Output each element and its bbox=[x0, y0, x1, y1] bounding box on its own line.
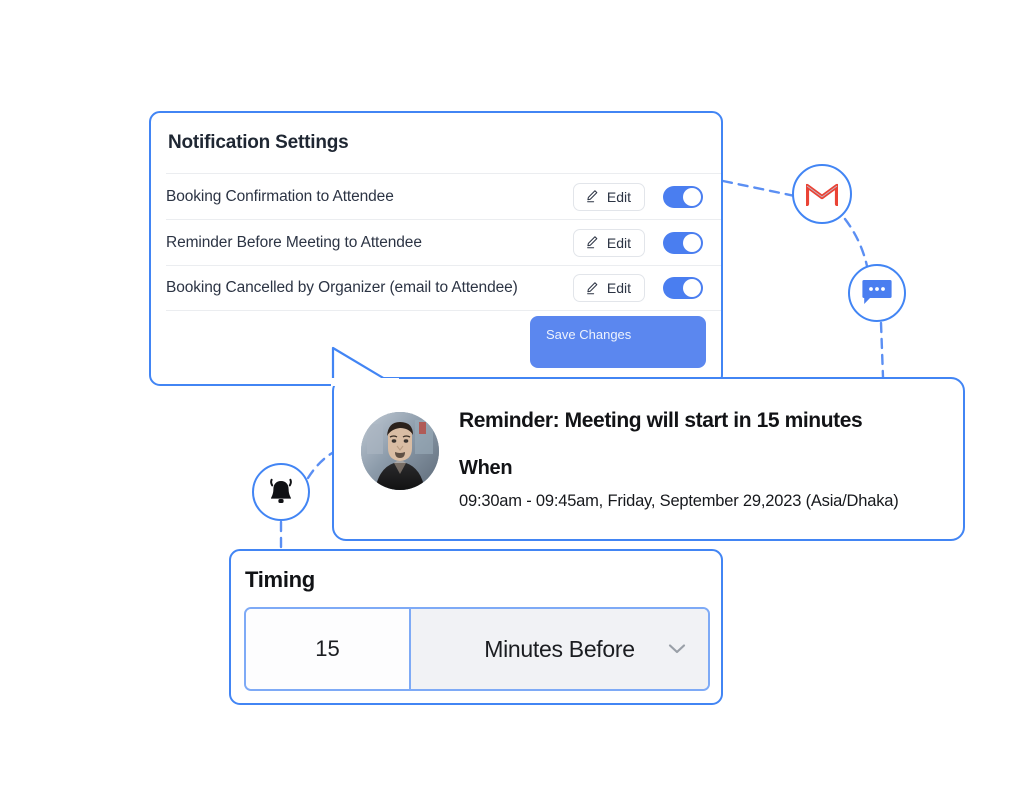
bell-badge[interactable] bbox=[252, 463, 310, 521]
notification-type-label: Booking Cancelled by Organizer (email to… bbox=[166, 279, 518, 296]
avatar bbox=[361, 412, 439, 490]
notification-toggle[interactable] bbox=[663, 277, 703, 299]
pencil-icon bbox=[586, 236, 598, 249]
row-controls: Edit bbox=[572, 274, 703, 302]
timing-control-group: 15 Minutes Before bbox=[244, 607, 710, 691]
edit-button-label: Edit bbox=[606, 188, 631, 205]
gmail-badge[interactable] bbox=[792, 164, 852, 224]
timing-unit-select[interactable]: Minutes Before bbox=[411, 609, 708, 689]
row-controls: Edit bbox=[572, 182, 703, 211]
timing-amount-input[interactable]: 15 bbox=[246, 609, 411, 689]
edit-button[interactable]: Edit bbox=[572, 274, 645, 302]
avatar-photo bbox=[361, 412, 439, 490]
toggle-knob bbox=[683, 279, 701, 297]
chevron-down-icon bbox=[668, 644, 686, 654]
notification-type-label: Reminder Before Meeting to Attendee bbox=[166, 233, 422, 251]
connector-gmail-to-chat bbox=[843, 217, 869, 268]
notification-toggle[interactable] bbox=[663, 185, 703, 208]
chat-badge[interactable] bbox=[848, 264, 906, 322]
pencil-icon bbox=[586, 190, 598, 203]
settings-row-list: Booking Confirmation to Attendee Edit Re… bbox=[166, 173, 721, 311]
connector-chat-to-card bbox=[879, 321, 885, 379]
when-value: 09:30am - 09:45am, Friday, September 29,… bbox=[459, 492, 899, 510]
edit-button-label: Edit bbox=[606, 280, 631, 296]
table-row: Booking Cancelled by Organizer (email to… bbox=[166, 265, 721, 311]
timing-panel: Timing 15 Minutes Before bbox=[229, 549, 723, 705]
notification-toggle[interactable] bbox=[663, 231, 703, 254]
table-row: Booking Confirmation to Attendee Edit bbox=[166, 173, 721, 219]
pencil-icon bbox=[586, 281, 598, 294]
timing-unit-label: Minutes Before bbox=[484, 635, 635, 662]
gmail-icon bbox=[806, 183, 838, 206]
table-row: Reminder Before Meeting to Attendee Edit bbox=[166, 219, 721, 265]
page-title: Notification Settings bbox=[168, 132, 349, 153]
edit-button[interactable]: Edit bbox=[572, 182, 645, 211]
toggle-knob bbox=[683, 187, 701, 206]
connector-panel-to-gmail bbox=[721, 179, 797, 198]
chat-bubble-icon bbox=[862, 280, 892, 304]
row-controls: Edit bbox=[572, 228, 703, 257]
edit-button[interactable]: Edit bbox=[572, 228, 645, 257]
when-label: When bbox=[459, 457, 513, 479]
timing-title: Timing bbox=[245, 567, 315, 592]
illustration-canvas: Notification Settings Booking Confirmati… bbox=[0, 0, 1024, 811]
reminder-notification-card: Reminder: Meeting will start in 15 minut… bbox=[332, 377, 965, 541]
edit-button-label: Edit bbox=[606, 234, 631, 251]
bell-icon bbox=[270, 478, 292, 503]
save-changes-button[interactable]: Save Changes bbox=[530, 316, 706, 368]
notification-type-label: Booking Confirmation to Attendee bbox=[166, 187, 394, 205]
reminder-heading: Reminder: Meeting will start in 15 minut… bbox=[459, 409, 863, 432]
save-changes-label: Save Changes bbox=[546, 327, 632, 342]
toggle-knob bbox=[683, 233, 701, 252]
